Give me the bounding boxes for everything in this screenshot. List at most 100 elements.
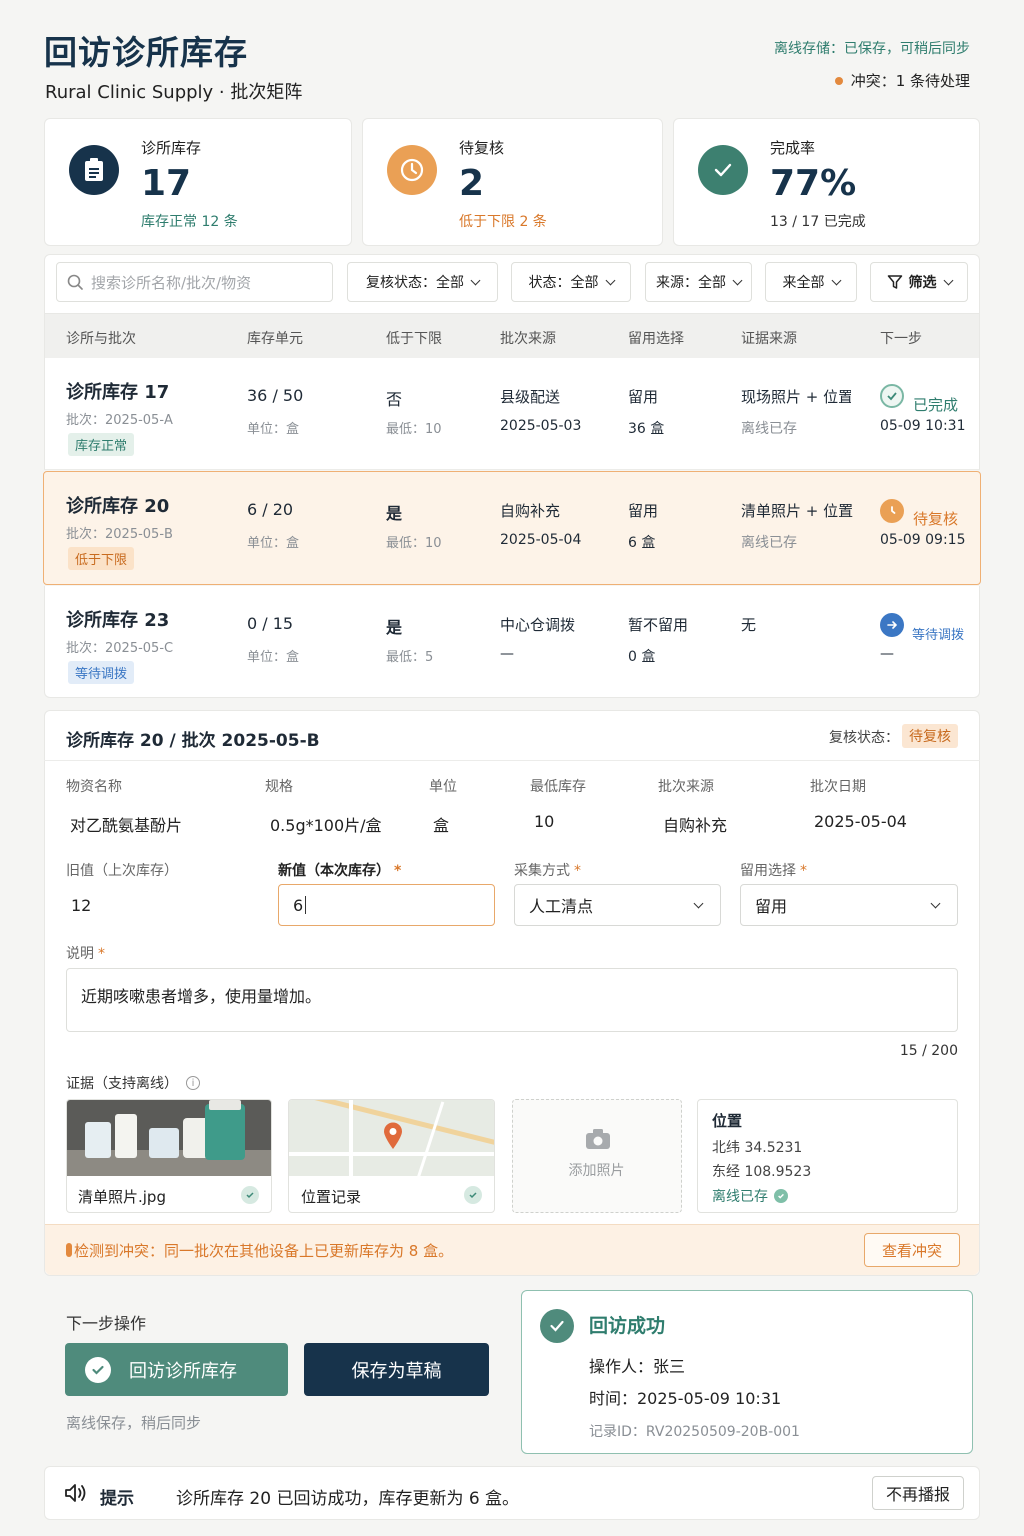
chevron-down-icon [943, 275, 953, 285]
row-evidence: 无 [741, 616, 757, 634]
map-thumbnail [289, 1100, 494, 1176]
row-unit: 单位：盒 [247, 422, 300, 437]
field-value: 0.5g*100片/盒 [270, 816, 382, 835]
map-pin-icon [383, 1122, 403, 1154]
row-date: 2025-05-04 [500, 532, 582, 548]
row-qty: 0 / 15 [247, 614, 294, 633]
column-header: 低于下限 [386, 331, 442, 347]
search-icon [67, 274, 83, 290]
filter-button[interactable]: 筛选 [870, 262, 968, 302]
status-badge: 等待调拨 [68, 661, 135, 684]
new-value-input[interactable]: 6 [278, 884, 495, 926]
speaker-icon [64, 1482, 88, 1504]
row-next[interactable]: 已完成 [913, 394, 958, 415]
status-dropdown[interactable]: 状态：全部 [511, 262, 631, 302]
row-batch: 批次：2025-05-C [66, 641, 174, 656]
stat-card-completion: 完成率 77% 13 / 17 已完成 [673, 118, 980, 246]
review-status-dropdown[interactable]: 复核状态：全部 [347, 262, 498, 302]
row-next[interactable]: 待复核 [913, 508, 958, 529]
column-header: 留用选择 [628, 331, 684, 347]
stat-card-inventory: 诊所库存 17 库存正常 12 条 [44, 118, 352, 246]
stat-card-review: 待复核 2 低于下限 2 条 [362, 118, 663, 246]
row-qty: 6 / 20 [247, 500, 294, 519]
note-label: 说明 * [66, 946, 105, 962]
row-unit: 单位：盒 [247, 536, 300, 551]
row-evidence: 现场照片 + 位置 [741, 388, 851, 406]
location-card: 位置 北纬 34.5231 东经 108.9523 离线已存 [697, 1099, 958, 1213]
clock-icon [880, 499, 904, 523]
actions-label: 下一步操作 [66, 1314, 147, 1333]
table-row-selected[interactable] [43, 471, 981, 585]
column-header: 批次来源 [500, 331, 556, 347]
view-conflict-button[interactable]: 查看冲突 [864, 1233, 960, 1267]
stat-sub: 库存正常 12 条 [141, 214, 238, 230]
column-header: 下一步 [880, 331, 922, 347]
review-status-badge: 待复核 [902, 724, 958, 748]
row-source: 中心仓调拨 [500, 616, 576, 634]
column-header: 诊所与批次 [66, 331, 136, 347]
check-circle-icon [85, 1356, 111, 1383]
add-photo-button[interactable]: 添加照片 [512, 1099, 682, 1213]
success-record-id: 记录ID：RV20250509-20B-001 [589, 1424, 800, 1440]
camera-icon [585, 1128, 611, 1150]
evidence-photo-list[interactable]: 清单照片.jpg [66, 1099, 272, 1213]
chevron-down-icon [930, 898, 941, 908]
source-dropdown[interactable]: 来源：全部 [645, 262, 752, 302]
field-value: 2025-05-04 [814, 812, 907, 831]
column-header: 库存单元 [247, 331, 303, 347]
longitude: 东经 108.9523 [712, 1164, 812, 1180]
search-input[interactable]: 搜索诊所名称/批次/物资 [56, 262, 333, 302]
check-icon [698, 145, 748, 195]
stat-value: 77% [770, 163, 857, 204]
row-keep-qty: 36 盒 [628, 421, 665, 437]
row-evidence-sub: 离线已存 [741, 421, 797, 437]
row-evidence: 清单照片 + 位置 [741, 502, 854, 520]
page-title: 回访诊所库存 [44, 33, 248, 72]
row-next-time: 05-09 09:15 [880, 532, 966, 548]
conflict-text: 检测到冲突：同一批次在其他设备上已更新库存为 8 盒。 [74, 1242, 454, 1260]
save-draft-button[interactable]: 保存为草稿 [304, 1343, 489, 1396]
text-cursor [305, 896, 307, 914]
evidence-location-record[interactable]: 位置记录 [288, 1099, 495, 1213]
stat-label: 待复核 [459, 139, 505, 157]
info-icon[interactable]: i [186, 1076, 200, 1090]
row-next[interactable]: 等待调拨 [912, 624, 964, 643]
row-min: 最低：10 [386, 422, 442, 437]
field-value: 自购补充 [663, 816, 728, 835]
note-text: 近期咳嗽患者增多，使用量增加。 [81, 987, 322, 1006]
stat-label: 完成率 [770, 139, 816, 157]
row-qty: 36 / 50 [247, 386, 304, 405]
check-circle-icon [464, 1186, 482, 1204]
photo-filename: 清单照片.jpg [78, 1188, 166, 1206]
row-name: 诊所库存 20 [66, 496, 170, 517]
evidence-label: 证据（支持离线） i [66, 1073, 200, 1093]
row-batch: 批次：2025-05-A [66, 413, 173, 428]
come-all-dropdown[interactable]: 来全部 [765, 262, 857, 302]
row-keep: 留用 [628, 388, 659, 406]
revisit-button[interactable]: 回访诊所库存 [65, 1343, 288, 1396]
dropdown-label: 复核状态：全部 [366, 275, 464, 291]
table-row[interactable] [44, 358, 980, 470]
keep-select[interactable]: 留用 [740, 884, 958, 926]
record-name: 位置记录 [301, 1188, 362, 1206]
conflict-status[interactable]: 冲突：1 条待处理 [834, 70, 970, 91]
table-row[interactable] [44, 586, 980, 698]
review-status-label: 复核状态： [829, 730, 899, 746]
note-textarea[interactable]: 近期咳嗽患者增多，使用量增加。 [66, 968, 958, 1032]
location-title: 位置 [712, 1112, 743, 1130]
field-value: 盒 [433, 816, 450, 835]
tip-text: 诊所库存 20 已回访成功，库存更新为 6 盒。 [176, 1489, 520, 1509]
stat-sub: 低于下限 2 条 [459, 214, 547, 230]
status-badge: 低于下限 [68, 547, 135, 570]
stat-sub: 13 / 17 已完成 [770, 214, 866, 230]
new-value-text: 6 [293, 895, 304, 915]
method-label: 采集方式 * [514, 863, 581, 879]
chevron-down-icon [470, 275, 481, 285]
method-select[interactable]: 人工清点 [514, 884, 721, 926]
chevron-down-icon [732, 275, 743, 285]
row-date: 2025-05-03 [500, 418, 582, 434]
stat-value: 2 [459, 163, 485, 204]
keep-value: 留用 [755, 897, 788, 916]
latitude: 北纬 34.5231 [712, 1140, 803, 1156]
mute-announcement-button[interactable]: 不再播报 [872, 1476, 964, 1510]
